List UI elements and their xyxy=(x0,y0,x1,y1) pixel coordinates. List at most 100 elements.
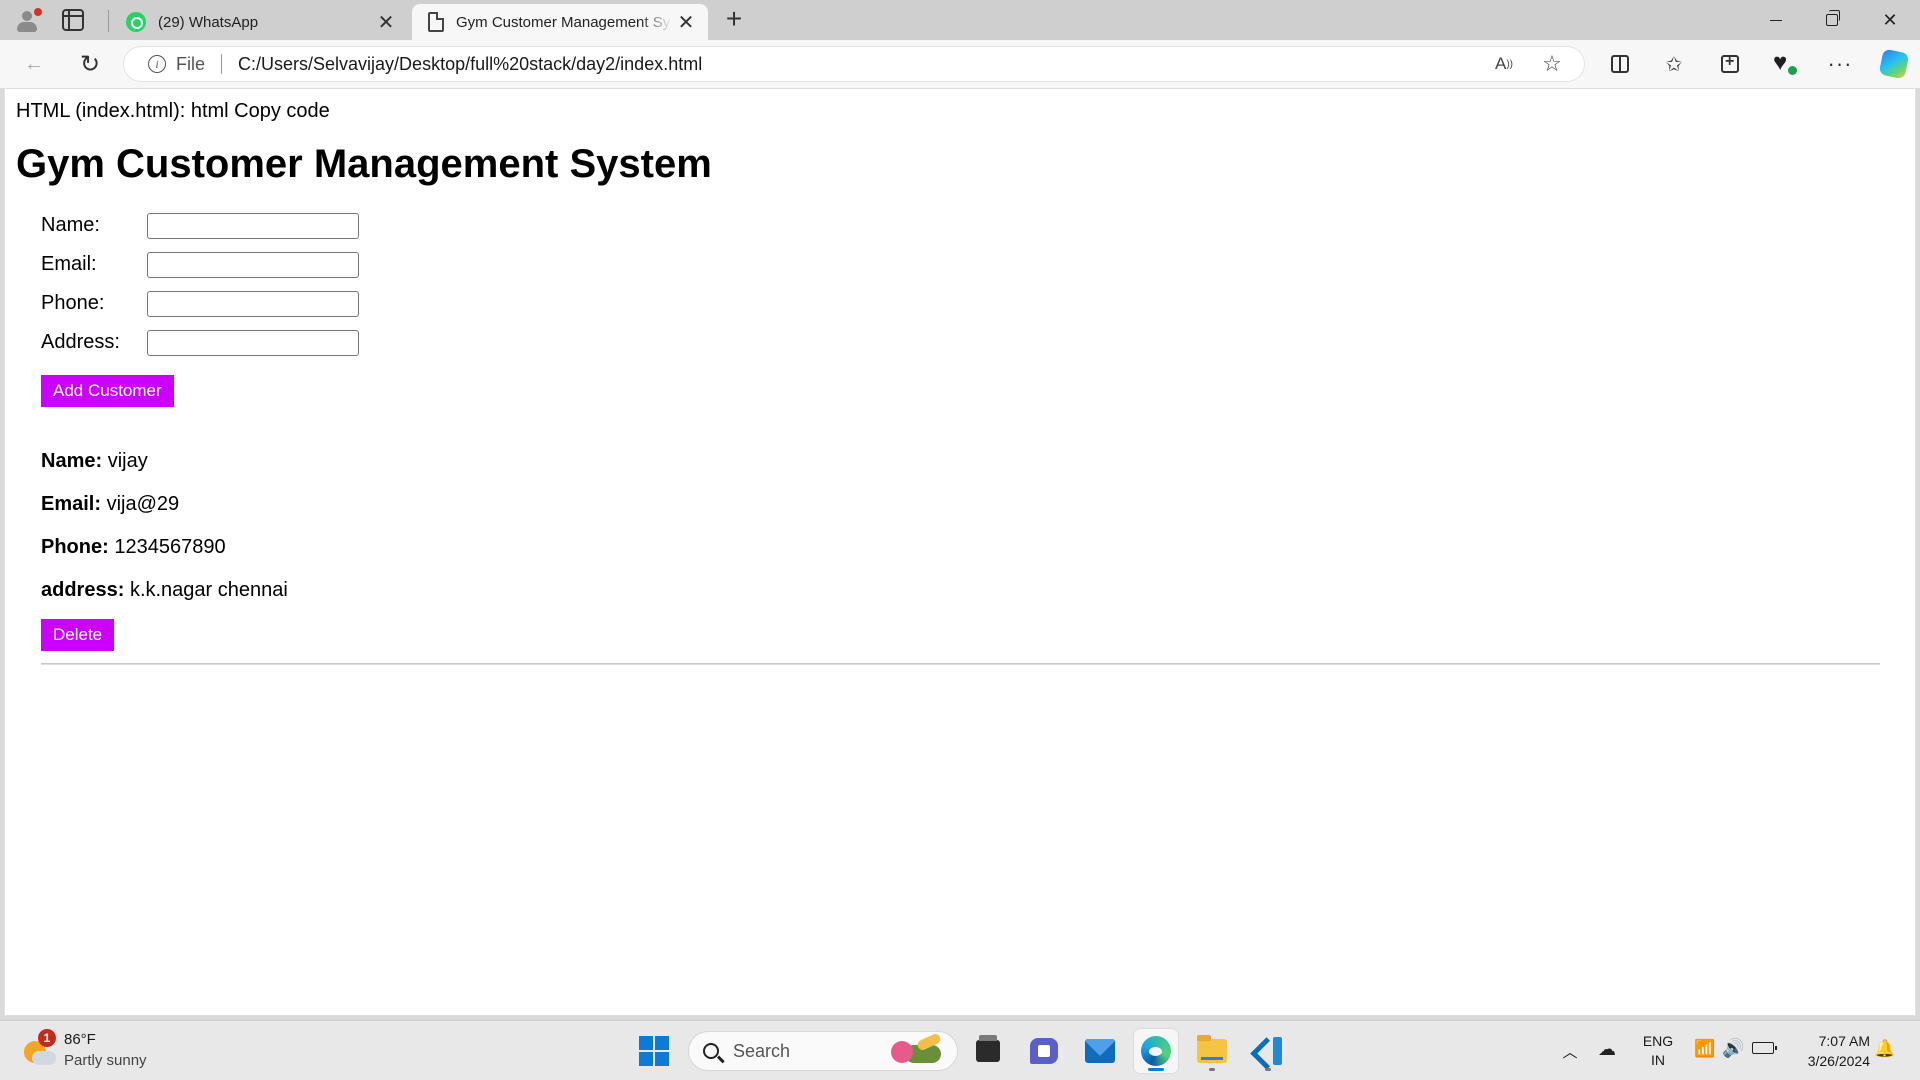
address-label: Address: xyxy=(41,331,120,353)
scheme-label: File xyxy=(176,53,206,74)
wifi-icon[interactable]: 📶 xyxy=(1694,1039,1715,1059)
running-indicator xyxy=(1148,1068,1164,1071)
taskbar-file-manager[interactable] xyxy=(966,1029,1010,1073)
name-input[interactable] xyxy=(147,212,359,239)
language-primary: ENG xyxy=(1642,1033,1674,1049)
teams-icon xyxy=(1030,1038,1058,1064)
windows-start-icon xyxy=(639,1036,669,1066)
clock-time: 7:07 AM xyxy=(1818,1033,1870,1049)
customer-phone-label: Phone: xyxy=(41,536,109,558)
tab-whatsapp[interactable]: (29) WhatsApp ✕ xyxy=(112,4,408,40)
customer-address-field: address: k.k.nagar chennai xyxy=(41,578,1915,621)
form-row-phone: Phone: xyxy=(41,284,1915,323)
email-input[interactable] xyxy=(147,251,359,278)
tab-title: (29) WhatsApp xyxy=(158,13,259,31)
close-tab-icon[interactable]: ✕ xyxy=(672,8,700,36)
input-language[interactable]: ENG IN xyxy=(1640,1032,1676,1070)
battery-icon[interactable] xyxy=(1752,1042,1777,1054)
customer-phone-value: 1234567890 xyxy=(114,536,226,558)
phone-label: Phone: xyxy=(41,292,105,314)
profile-icon[interactable] xyxy=(12,6,42,34)
customer-email-label: Email: xyxy=(41,493,102,515)
show-hidden-icons-chevron-icon[interactable]: ︿ xyxy=(1562,1041,1578,1061)
customer-form: Name: Email: Phone: Address: Add Custome… xyxy=(41,206,1915,407)
collections-icon[interactable] xyxy=(1714,48,1746,80)
browser-toolbar: ← ↻ i File C:/Users/Selvavijay/Desktop/f… xyxy=(0,40,1920,88)
document-icon xyxy=(428,12,444,32)
mail-icon xyxy=(1085,1039,1115,1063)
notification-bell-icon[interactable]: 🔔 xyxy=(1874,1039,1895,1059)
site-info-icon[interactable]: i xyxy=(148,55,166,73)
new-tab-button[interactable]: + xyxy=(720,5,748,34)
customer-name-value: vijay xyxy=(107,450,148,472)
page-content: HTML (index.html): html Copy code Gym Cu… xyxy=(16,99,1915,665)
read-aloud-icon[interactable]: A)) xyxy=(1488,47,1520,81)
address-divider xyxy=(221,54,223,74)
address-input[interactable] xyxy=(147,329,359,356)
taskbar-mail[interactable] xyxy=(1078,1029,1122,1073)
customer-name-label: Name: xyxy=(41,450,103,472)
taskbar-edge[interactable] xyxy=(1134,1029,1178,1073)
url-text[interactable]: C:/Users/Selvavijay/Desktop/full%20stack… xyxy=(238,54,702,75)
customer-divider xyxy=(41,663,1880,665)
language-secondary: IN xyxy=(1651,1052,1665,1068)
taskbar: 1 86°F Partly sunny Search ︿ ☁ ENG IN 📶 … xyxy=(0,1020,1920,1080)
customer-address-value: k.k.nagar chennai xyxy=(129,579,288,601)
tab-title: Gym Customer Management System xyxy=(456,13,672,31)
page-viewport: HTML (index.html): html Copy code Gym Cu… xyxy=(4,88,1916,1016)
close-tab-icon[interactable]: ✕ xyxy=(372,8,400,36)
file-explorer-icon xyxy=(1197,1035,1227,1063)
weather-widget[interactable]: 1 86°F Partly sunny xyxy=(22,1029,182,1075)
search-label: Search xyxy=(733,1040,791,1061)
whatsapp-icon xyxy=(126,12,146,32)
back-arrow-icon[interactable]: ← xyxy=(18,48,50,80)
customer-name-field: Name: vijay xyxy=(41,449,1915,492)
reload-icon[interactable]: ↻ xyxy=(74,48,106,80)
edge-icon xyxy=(1141,1036,1171,1066)
favorites-icon[interactable]: ✩ xyxy=(1658,48,1690,80)
close-window-button[interactable]: ✕ xyxy=(1862,0,1918,40)
onedrive-offline-icon[interactable]: ☁ xyxy=(1598,1039,1622,1061)
weather-temperature: 86°F xyxy=(64,1031,96,1048)
customer-email-field: Email: vija@29 xyxy=(41,492,1915,535)
tab-actions-icon[interactable] xyxy=(62,9,84,31)
clock[interactable]: 7:07 AM 3/26/2024 xyxy=(1790,1031,1870,1071)
tab-strip: (29) WhatsApp ✕ Gym Customer Management … xyxy=(0,0,1920,40)
taskbar-teams[interactable] xyxy=(1022,1029,1066,1073)
split-screen-icon[interactable] xyxy=(1604,48,1636,80)
form-row-address: Address: xyxy=(41,323,1915,362)
form-row-name: Name: xyxy=(41,206,1915,245)
customer-email-value: vija@29 xyxy=(106,493,180,515)
form-row-email: Email: xyxy=(41,245,1915,284)
weather-badge: 1 xyxy=(38,1029,56,1047)
more-options-icon[interactable]: ··· xyxy=(1824,48,1856,80)
taskbar-file-explorer[interactable] xyxy=(1190,1029,1234,1073)
search-highlight-icon xyxy=(887,1032,949,1067)
running-indicator xyxy=(1265,1068,1271,1071)
delete-customer-button[interactable]: Delete xyxy=(41,619,115,651)
name-label: Name: xyxy=(41,214,100,236)
taskbar-vscode[interactable] xyxy=(1246,1029,1290,1073)
add-favorite-star-icon[interactable]: ☆ xyxy=(1536,47,1568,81)
tab-gym-customer[interactable]: Gym Customer Management System ✕ xyxy=(412,4,708,40)
weather-condition: Partly sunny xyxy=(64,1052,147,1069)
tab-divider xyxy=(108,10,109,32)
intro-text: HTML (index.html): html Copy code xyxy=(16,100,330,122)
email-label: Email: xyxy=(41,253,97,275)
page-title: Gym Customer Management System xyxy=(16,142,712,186)
minimize-button[interactable] xyxy=(1748,0,1804,40)
restore-button[interactable] xyxy=(1804,0,1860,40)
add-customer-button[interactable]: Add Customer xyxy=(41,375,174,407)
vscode-icon xyxy=(1254,1037,1282,1065)
search-icon xyxy=(703,1043,719,1059)
taskbar-search[interactable]: Search xyxy=(688,1031,958,1071)
browser-essentials-icon[interactable] xyxy=(1768,48,1800,80)
customer-address-label: address: xyxy=(41,579,125,601)
address-bar[interactable]: i File C:/Users/Selvavijay/Desktop/full%… xyxy=(124,47,1584,81)
start-button[interactable] xyxy=(632,1029,676,1073)
volume-icon[interactable]: 🔊 xyxy=(1722,1038,1744,1059)
copilot-icon[interactable] xyxy=(1878,48,1910,80)
phone-input[interactable] xyxy=(147,290,359,317)
file-manager-icon xyxy=(976,1035,1000,1062)
customer-phone-field: Phone: 1234567890 xyxy=(41,535,1915,578)
